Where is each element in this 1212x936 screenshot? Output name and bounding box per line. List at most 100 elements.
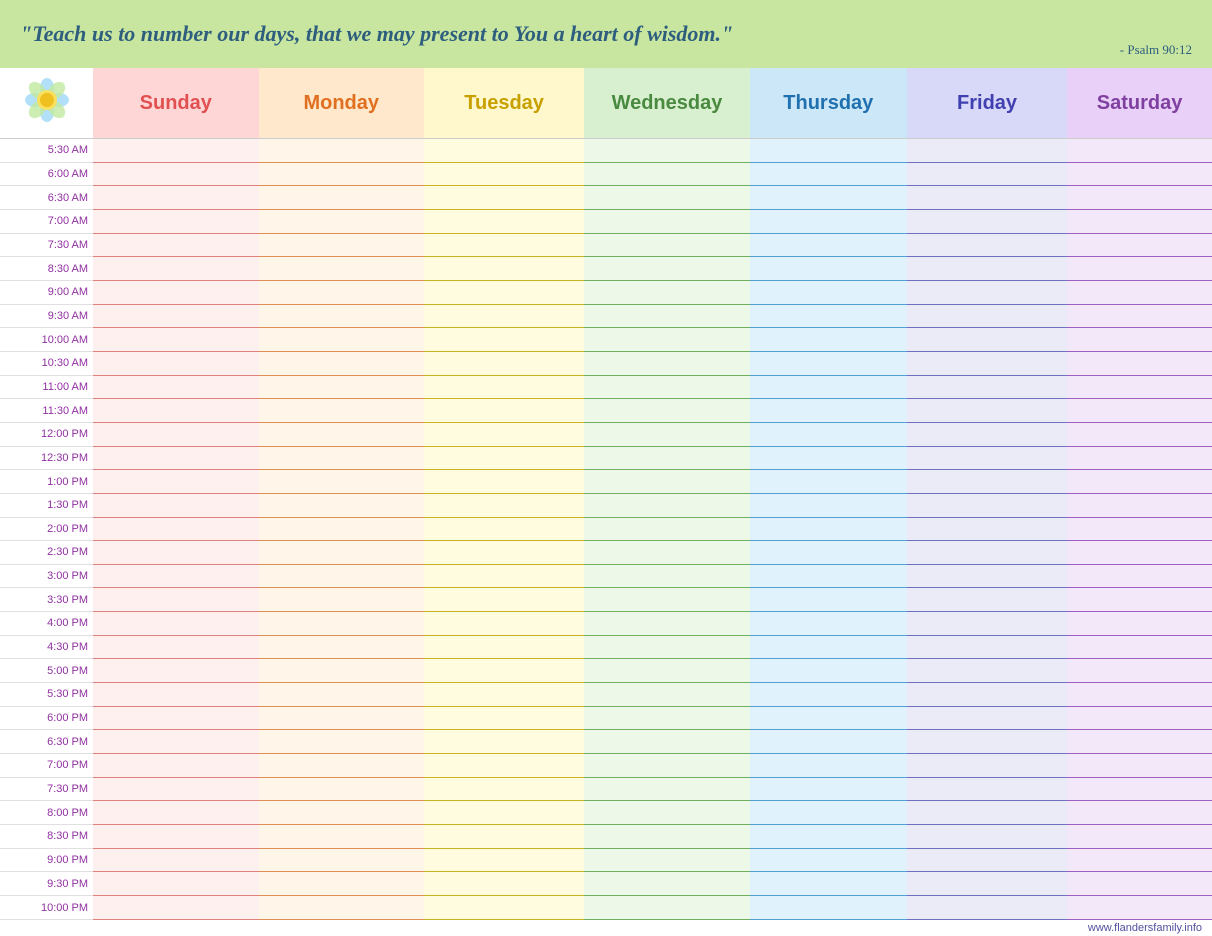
day-cell[interactable] — [907, 730, 1067, 754]
day-cell[interactable] — [907, 848, 1067, 872]
day-cell[interactable] — [1067, 233, 1212, 257]
day-cell[interactable] — [907, 375, 1067, 399]
day-cell[interactable] — [1067, 541, 1212, 565]
day-cell[interactable] — [259, 896, 424, 920]
day-cell[interactable] — [424, 635, 584, 659]
day-cell[interactable] — [93, 777, 258, 801]
day-cell[interactable] — [584, 825, 749, 849]
day-cell[interactable] — [1067, 186, 1212, 210]
day-cell[interactable] — [424, 280, 584, 304]
day-cell[interactable] — [750, 351, 907, 375]
day-cell[interactable] — [750, 186, 907, 210]
day-cell[interactable] — [424, 706, 584, 730]
day-cell[interactable] — [907, 328, 1067, 352]
day-cell[interactable] — [424, 375, 584, 399]
day-cell[interactable] — [750, 635, 907, 659]
day-cell[interactable] — [424, 541, 584, 565]
day-cell[interactable] — [424, 328, 584, 352]
day-cell[interactable] — [424, 186, 584, 210]
day-cell[interactable] — [93, 470, 258, 494]
day-cell[interactable] — [907, 872, 1067, 896]
day-cell[interactable] — [584, 233, 749, 257]
day-cell[interactable] — [259, 280, 424, 304]
day-cell[interactable] — [907, 280, 1067, 304]
day-cell[interactable] — [1067, 801, 1212, 825]
day-cell[interactable] — [424, 351, 584, 375]
day-cell[interactable] — [259, 872, 424, 896]
day-cell[interactable] — [93, 209, 258, 233]
day-cell[interactable] — [907, 801, 1067, 825]
day-cell[interactable] — [424, 896, 584, 920]
day-cell[interactable] — [93, 257, 258, 281]
day-cell[interactable] — [750, 683, 907, 707]
day-cell[interactable] — [750, 706, 907, 730]
day-cell[interactable] — [424, 659, 584, 683]
day-cell[interactable] — [750, 280, 907, 304]
day-cell[interactable] — [424, 162, 584, 186]
day-cell[interactable] — [93, 683, 258, 707]
day-cell[interactable] — [750, 517, 907, 541]
day-cell[interactable] — [584, 375, 749, 399]
day-cell[interactable] — [259, 351, 424, 375]
day-cell[interactable] — [907, 493, 1067, 517]
day-cell[interactable] — [750, 304, 907, 328]
day-cell[interactable] — [424, 257, 584, 281]
day-cell[interactable] — [93, 233, 258, 257]
day-cell[interactable] — [1067, 825, 1212, 849]
day-cell[interactable] — [424, 777, 584, 801]
day-cell[interactable] — [1067, 659, 1212, 683]
day-cell[interactable] — [750, 801, 907, 825]
day-cell[interactable] — [259, 564, 424, 588]
day-cell[interactable] — [1067, 375, 1212, 399]
day-cell[interactable] — [259, 730, 424, 754]
day-cell[interactable] — [584, 896, 749, 920]
day-cell[interactable] — [93, 896, 258, 920]
day-cell[interactable] — [93, 351, 258, 375]
day-cell[interactable] — [259, 328, 424, 352]
day-cell[interactable] — [259, 162, 424, 186]
day-cell[interactable] — [93, 848, 258, 872]
day-cell[interactable] — [584, 446, 749, 470]
day-cell[interactable] — [584, 659, 749, 683]
day-cell[interactable] — [584, 872, 749, 896]
day-cell[interactable] — [1067, 588, 1212, 612]
day-cell[interactable] — [584, 564, 749, 588]
day-cell[interactable] — [259, 612, 424, 636]
day-cell[interactable] — [907, 777, 1067, 801]
day-cell[interactable] — [93, 304, 258, 328]
day-cell[interactable] — [750, 541, 907, 565]
day-cell[interactable] — [259, 446, 424, 470]
day-cell[interactable] — [1067, 304, 1212, 328]
day-cell[interactable] — [750, 588, 907, 612]
day-cell[interactable] — [584, 399, 749, 423]
day-cell[interactable] — [93, 162, 258, 186]
day-cell[interactable] — [584, 186, 749, 210]
day-cell[interactable] — [584, 588, 749, 612]
day-cell[interactable] — [1067, 706, 1212, 730]
day-cell[interactable] — [93, 493, 258, 517]
day-cell[interactable] — [93, 564, 258, 588]
day-cell[interactable] — [1067, 730, 1212, 754]
day-cell[interactable] — [584, 517, 749, 541]
day-cell[interactable] — [93, 801, 258, 825]
day-cell[interactable] — [93, 517, 258, 541]
day-cell[interactable] — [259, 754, 424, 778]
day-cell[interactable] — [424, 872, 584, 896]
day-cell[interactable] — [259, 233, 424, 257]
day-cell[interactable] — [750, 446, 907, 470]
day-cell[interactable] — [750, 564, 907, 588]
day-cell[interactable] — [424, 683, 584, 707]
day-cell[interactable] — [1067, 754, 1212, 778]
day-cell[interactable] — [424, 139, 584, 163]
day-cell[interactable] — [750, 233, 907, 257]
day-cell[interactable] — [259, 683, 424, 707]
day-cell[interactable] — [907, 139, 1067, 163]
day-cell[interactable] — [424, 730, 584, 754]
day-cell[interactable] — [93, 872, 258, 896]
day-cell[interactable] — [259, 422, 424, 446]
day-cell[interactable] — [907, 683, 1067, 707]
day-cell[interactable] — [907, 399, 1067, 423]
day-cell[interactable] — [750, 825, 907, 849]
day-cell[interactable] — [1067, 493, 1212, 517]
day-cell[interactable] — [1067, 209, 1212, 233]
